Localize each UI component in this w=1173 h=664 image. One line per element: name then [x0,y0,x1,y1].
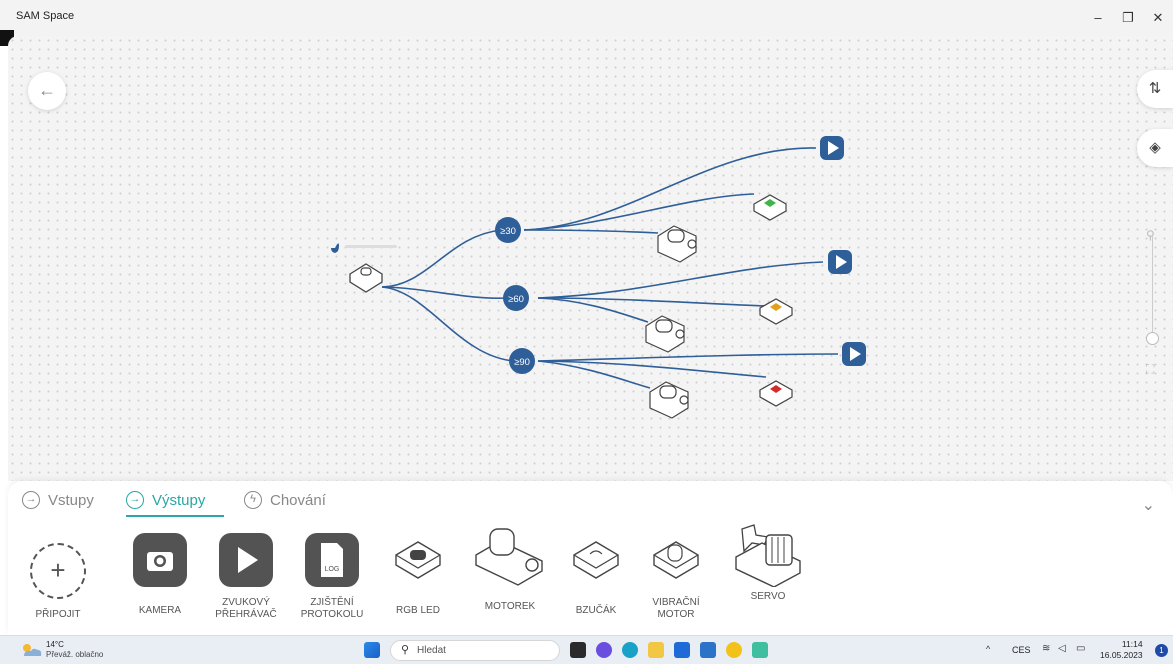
svg-text:≥90: ≥90 [514,357,530,368]
motor-node [645,315,685,353]
play-node [842,342,866,366]
chrome-icon[interactable] [726,642,742,658]
app-title: SAM Space [16,10,75,22]
title-bar: SAM Space – ❐ ✕ [0,0,1173,36]
weather-description[interactable]: Převáž. oblačno [46,650,103,659]
search-icon: ⚲ [401,644,410,656]
edge-browser-icon[interactable] [622,642,638,658]
play-node [828,250,852,274]
arrow-out-icon: → [126,491,144,509]
tool-motor[interactable]: MOTOREK [468,528,552,613]
sensor-node [331,243,397,293]
wifi-icon[interactable]: ≋ [1042,643,1050,654]
zoom-slider-handle[interactable] [1146,332,1159,345]
connection-line [537,353,839,362]
motor-node [657,225,697,263]
bottom-panel: → Vstupy → Výstupy ϟ Chování ⌄ + PŘIPOJI… [8,481,1173,635]
tool-buzzer[interactable]: BZUČÁK [554,533,638,617]
connection-line [537,360,767,378]
connection-line [537,261,824,299]
weather-cloud-icon [23,644,42,656]
restore-button[interactable]: ❐ [1118,8,1138,28]
flow-canvas[interactable]: ← ≥30 ≥60 ≥90 [8,36,1173,481]
sensor-level-bar [345,245,397,248]
chat-icon[interactable] [596,642,612,658]
tool-audio-player[interactable]: ZVUKOVÝ PŘEHRÁVAČ [204,533,288,621]
volume-icon[interactable]: ◁ [1058,643,1066,654]
motor-node [649,381,689,419]
taskbar: 14°C Převáž. oblačno ⚲ Hledat ^ CES ≋ ◁ … [0,635,1173,664]
buzzer-icon [573,541,619,579]
zoom-icon: ⚲ [1146,228,1155,242]
play-icon [219,533,273,587]
layers-icon[interactable]: ◈ [1137,129,1173,167]
file-explorer-icon[interactable] [648,642,664,658]
windows-start-icon[interactable] [364,642,380,658]
log-file-icon: LOG [305,533,359,587]
flow-diagram: ≥30 ≥60 ≥90 [331,136,866,419]
svg-text:LOG: LOG [325,566,340,573]
weather-temperature[interactable]: 14°C [46,640,64,649]
vibration-motor-icon [653,541,699,579]
condition-node-30: ≥30 [495,217,521,243]
zoom-slider[interactable] [1152,234,1153,338]
rgb-led-icon [395,541,441,579]
notification-badge[interactable]: 1 [1155,644,1168,657]
led-node-red [759,380,793,407]
camera-icon [133,533,187,587]
connection-line [523,229,659,234]
battery-icon[interactable]: ▭ [1076,643,1085,654]
store-icon[interactable] [674,642,690,658]
bolt-icon: ϟ [244,491,262,509]
chevron-down-icon[interactable]: ⌄ [1142,495,1155,515]
tool-servo[interactable]: SERVO [726,524,810,603]
add-icon[interactable]: + [30,543,86,599]
tool-connect[interactable]: PŘIPOJIT [16,599,100,621]
tab-behavior[interactable]: ϟ Chování [244,491,326,509]
filter-settings-icon[interactable]: ⇅ [1137,70,1173,108]
sam-space-app-icon[interactable] [752,642,768,658]
connection-line [537,297,649,323]
minimize-button[interactable]: – [1088,8,1108,28]
condition-node-90: ≥90 [509,348,535,374]
tab-outputs[interactable]: → Výstupy [126,491,205,509]
tab-inputs[interactable]: → Vstupy [22,491,94,509]
led-node-yellow [759,298,793,325]
clock[interactable]: 11:14 16.05.2023 [1100,639,1143,661]
tool-camera[interactable]: KAMERA [118,533,202,617]
active-tab-indicator [126,515,224,517]
svg-text:≥30: ≥30 [500,226,516,237]
tool-rgb-led[interactable]: RGB LED [376,533,460,617]
tray-chevron-icon[interactable]: ^ [986,644,990,654]
motor-icon [475,528,543,586]
mail-icon[interactable] [700,642,716,658]
taskbar-search-input[interactable]: ⚲ Hledat [390,640,560,661]
language-indicator[interactable]: CES [1012,645,1031,655]
fit-screen-icon[interactable]: ⛶ [1146,362,1154,377]
tool-vibration-motor[interactable]: VIBRAČNÍ MOTOR [634,533,718,621]
play-node [820,136,844,160]
led-node-green [753,194,787,221]
condition-node-60: ≥60 [503,285,529,311]
tool-log[interactable]: LOG ZJIŠTĚNÍ PROTOKOLU [290,533,374,621]
task-view-icon[interactable] [570,642,586,658]
arrow-in-icon: → [22,491,40,509]
drop-icon [331,243,339,253]
svg-text:≥60: ≥60 [508,294,524,305]
servo-icon [735,524,801,587]
close-button[interactable]: ✕ [1148,8,1168,28]
connection-line [381,229,502,288]
